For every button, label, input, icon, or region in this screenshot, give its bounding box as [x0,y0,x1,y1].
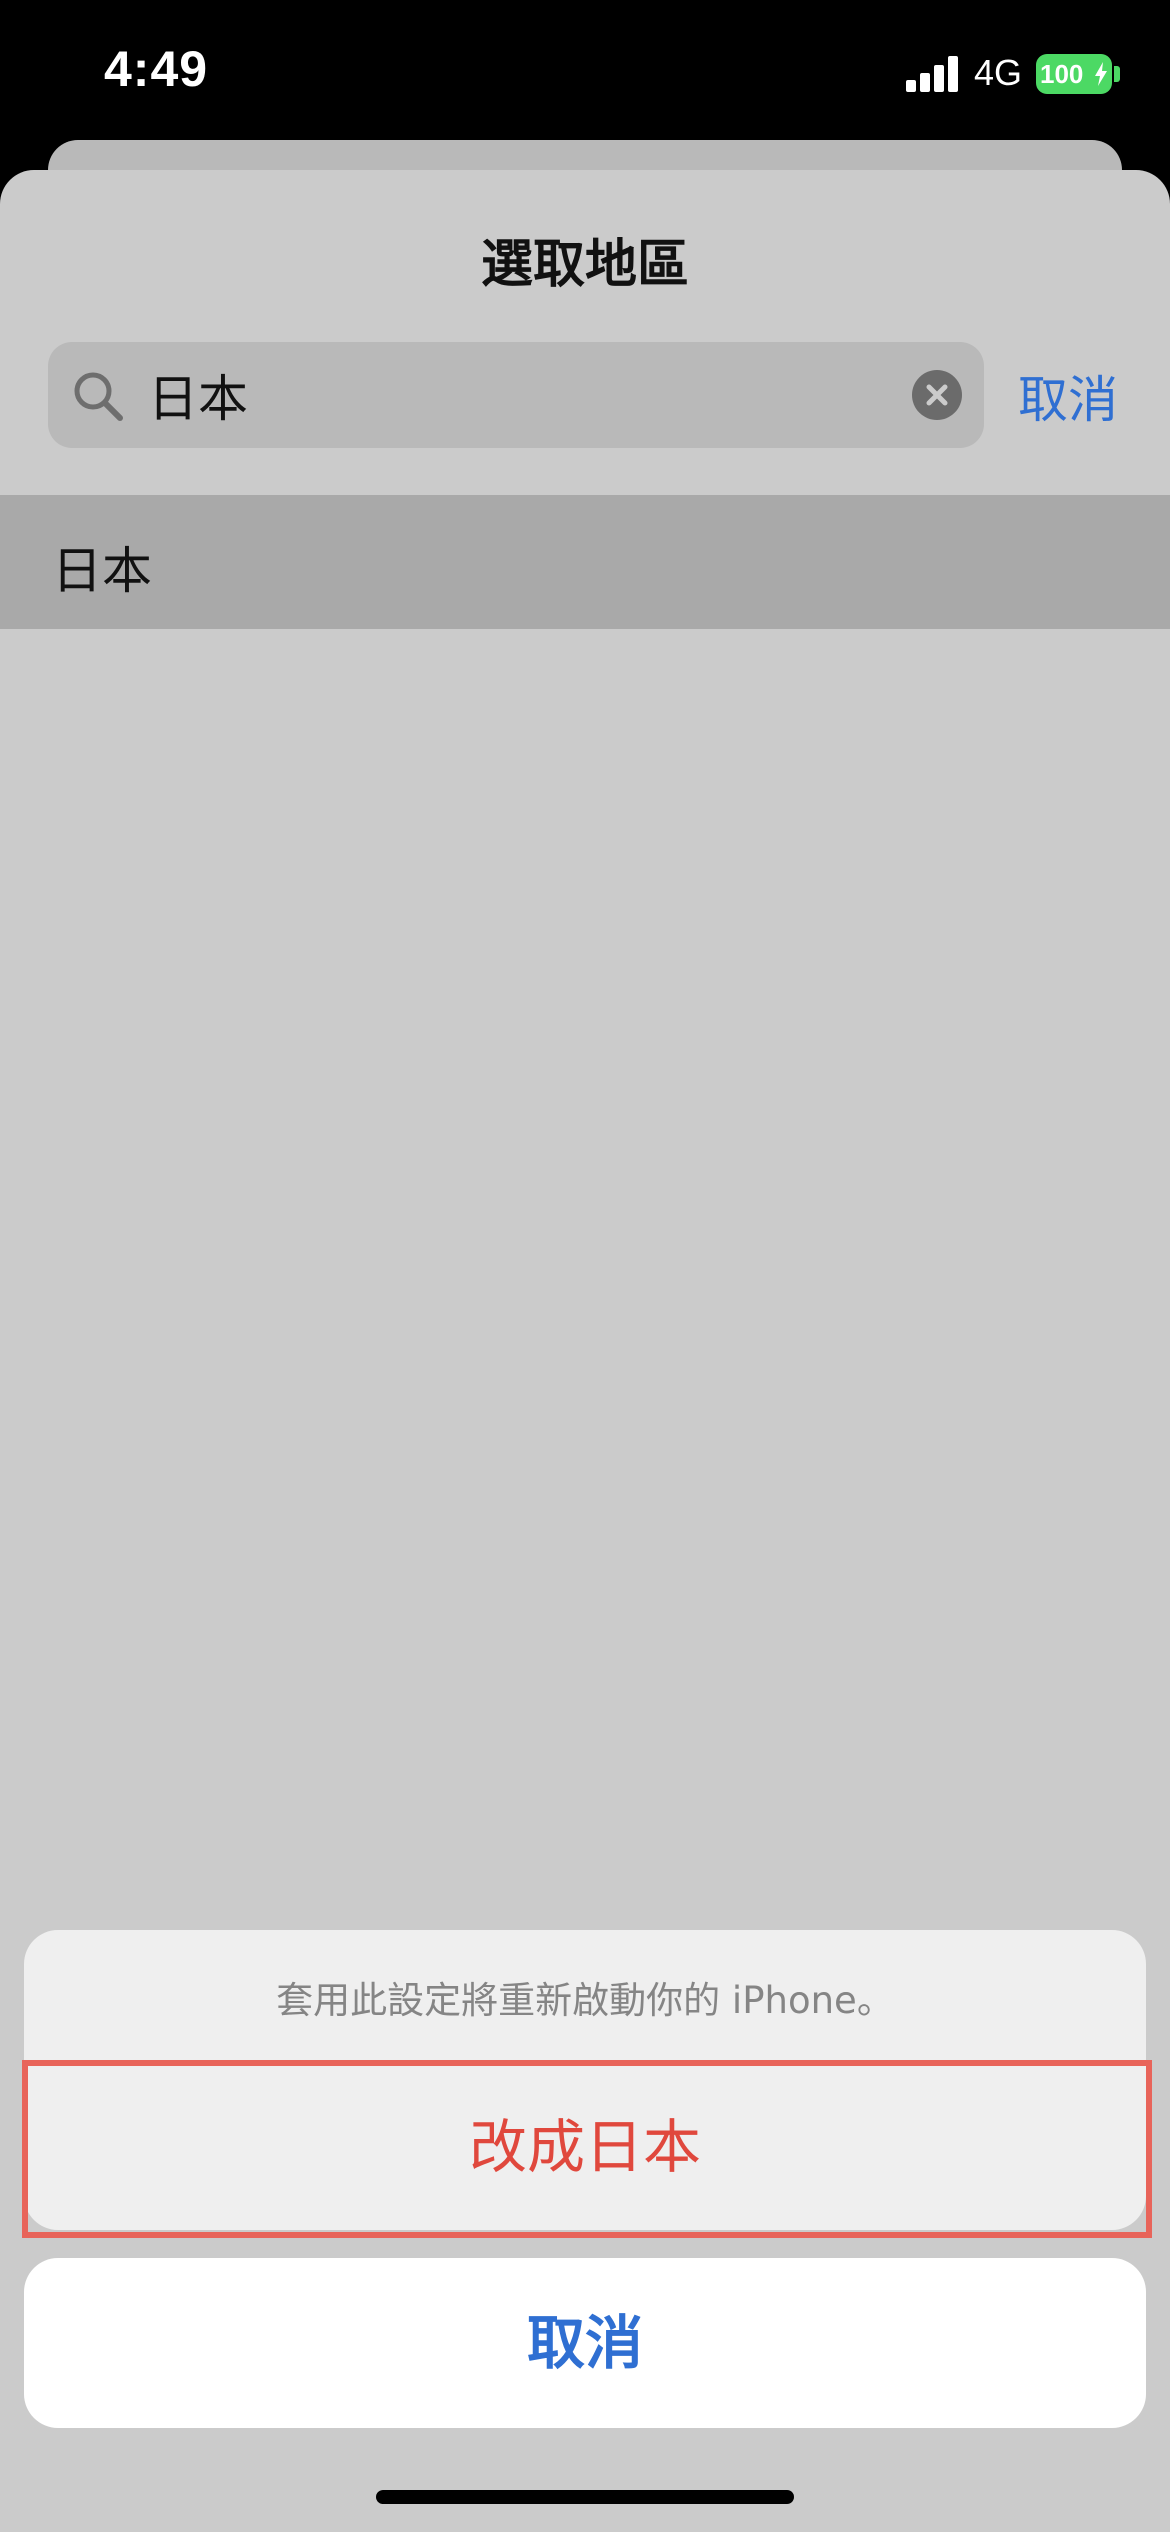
battery-nub [1114,66,1120,82]
status-time: 4:49 [104,41,209,97]
home-indicator[interactable] [376,2490,794,2504]
screen: 4:49 4G 100 選取地區 日本 取消 日本 套用此設定將重新啟動你的 i… [0,0,1170,2532]
status-bar: 4:49 4G 100 [0,0,1170,150]
battery-icon: 100 [1036,54,1112,94]
cancel-button[interactable]: 取消 [24,2258,1146,2428]
search-cancel-button[interactable]: 取消 [1018,360,1118,432]
search-field[interactable] [48,342,984,448]
battery-level: 100 [1040,59,1084,89]
clear-icon [926,384,948,406]
search-input[interactable] [148,342,928,448]
search-icon [74,372,123,421]
list-item-region[interactable]: 日本 [0,495,1170,629]
action-sheet-message: 套用此設定將重新啟動你的 iPhone。 [276,1979,894,2022]
cellular-signal-icon [906,56,960,92]
network-type: 4G [974,52,1023,93]
highlight-box [22,2060,1152,2238]
charging-bolt-icon [1095,62,1107,86]
region-label: 日本 [52,542,152,600]
sheet-title: 選取地區 [480,235,689,295]
clear-search-button[interactable] [912,370,962,420]
